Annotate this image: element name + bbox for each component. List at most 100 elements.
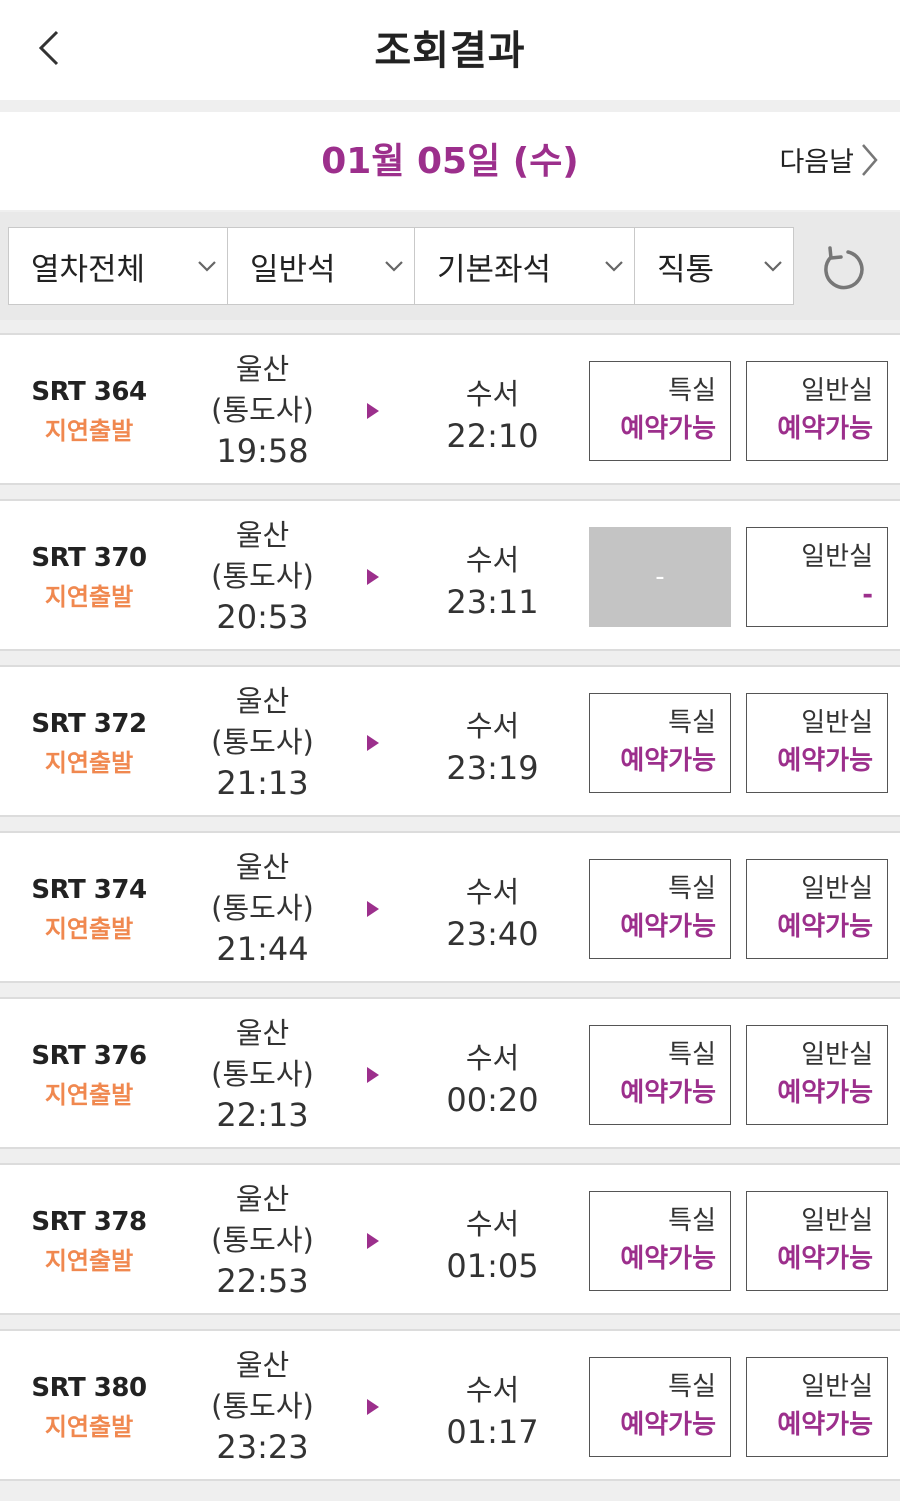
departure-time: 21:13 <box>216 764 309 802</box>
train-info: SRT 364 지연출발 <box>0 377 178 446</box>
seat-availability: 예약가능 <box>620 912 716 942</box>
departure: 울산 (통도사) 21:44 <box>190 847 335 970</box>
seat-class-label: 일반실 <box>801 1372 873 1402</box>
header: 조회결과 <box>0 0 900 100</box>
arrival-station: 수서 <box>465 1041 520 1075</box>
departure: 울산 (통도사) 21:13 <box>190 681 335 804</box>
train-status: 지연출발 <box>44 583 134 611</box>
special-seat-button[interactable]: 특실 예약가능 <box>589 1357 731 1457</box>
seat-availability: 예약가능 <box>777 1244 873 1274</box>
chevron-right-icon <box>862 143 878 176</box>
train-row: SRT 370 지연출발 울산 (통도사) 20:53 수서 23:11 - 일… <box>0 499 900 651</box>
train-row: SRT 378 지연출발 울산 (통도사) 22:53 수서 01:05 특실 … <box>0 1163 900 1315</box>
triangle-right-icon <box>366 1057 386 1093</box>
departure-station-sub: (통도사) <box>211 559 314 593</box>
train-row: SRT 380 지연출발 울산 (통도사) 23:23 수서 01:17 특실 … <box>0 1329 900 1481</box>
refresh-icon <box>824 246 864 290</box>
departure-time: 20:53 <box>216 598 309 636</box>
arrival-time: 23:11 <box>446 583 539 621</box>
train-info: SRT 370 지연출발 <box>0 543 178 612</box>
arrival: 수서 23:11 <box>420 539 565 623</box>
seat-class-label: 특실 <box>668 1372 716 1402</box>
train-row: SRT 372 지연출발 울산 (통도사) 21:13 수서 23:19 특실 … <box>0 665 900 817</box>
train-number: SRT 364 <box>31 377 147 407</box>
next-day-button[interactable]: 다음날 <box>779 140 878 179</box>
seat-availability: 예약가능 <box>620 414 716 444</box>
departure: 울산 (통도사) 19:58 <box>190 349 335 472</box>
chevron-down-icon <box>374 260 414 272</box>
special-seat-button[interactable]: 특실 예약가능 <box>589 1191 731 1291</box>
seat-availability: 예약가능 <box>620 746 716 776</box>
train-status: 지연출발 <box>44 417 134 445</box>
arrival: 수서 23:40 <box>420 871 565 955</box>
seat-class-label: 특실 <box>668 1040 716 1070</box>
seat-class-label: 일반실 <box>801 542 873 572</box>
seat-availability: 예약가능 <box>620 1244 716 1274</box>
special-seat-button[interactable]: 특실 예약가능 <box>589 1025 731 1125</box>
train-info: SRT 378 지연출발 <box>0 1207 178 1276</box>
special-seat-unavailable: - <box>655 562 665 592</box>
filter-seat-class[interactable]: 일반석 <box>227 227 415 305</box>
seat-availability: - <box>862 580 873 610</box>
train-row: SRT 376 지연출발 울산 (통도사) 22:13 수서 00:20 특실 … <box>0 997 900 1149</box>
general-seat-button[interactable]: 일반실 예약가능 <box>746 1191 888 1291</box>
arrival-time: 23:40 <box>446 915 539 953</box>
seat-class-label: 일반실 <box>801 874 873 904</box>
train-list: SRT 364 지연출발 울산 (통도사) 19:58 수서 22:10 특실 … <box>0 333 900 1495</box>
train-info: SRT 374 지연출발 <box>0 875 178 944</box>
chevron-down-icon <box>753 260 793 272</box>
refresh-button[interactable] <box>810 236 874 300</box>
departure: 울산 (통도사) 22:53 <box>190 1179 335 1302</box>
departure-station-sub: (통도사) <box>211 1389 314 1423</box>
departure-station: 울산 <box>235 850 290 884</box>
departure-station: 울산 <box>235 1016 290 1050</box>
triangle-right-icon <box>366 559 386 595</box>
triangle-right-icon <box>366 725 386 761</box>
seat-availability: 예약가능 <box>777 746 873 776</box>
arrival: 수서 22:10 <box>420 373 565 457</box>
train-number: SRT 378 <box>31 1207 147 1237</box>
departure-time: 19:58 <box>216 432 309 470</box>
departure-station: 울산 <box>235 352 290 386</box>
seat-availability: 예약가능 <box>777 1410 873 1440</box>
train-number: SRT 376 <box>31 1041 147 1071</box>
train-info: SRT 380 지연출발 <box>0 1373 178 1442</box>
departure-station: 울산 <box>235 1348 290 1382</box>
train-status: 지연출발 <box>44 1247 134 1275</box>
special-seat-button[interactable]: 특실 예약가능 <box>589 859 731 959</box>
arrival-station: 수서 <box>465 875 520 909</box>
train-row: SRT 364 지연출발 울산 (통도사) 19:58 수서 22:10 특실 … <box>0 333 900 485</box>
arrival: 수서 01:17 <box>420 1369 565 1453</box>
general-seat-button[interactable]: 일반실 예약가능 <box>746 361 888 461</box>
departure-time: 23:23 <box>216 1428 309 1466</box>
selected-date: 01월 05일 (수) <box>321 141 579 182</box>
departure-station-sub: (통도사) <box>211 725 314 759</box>
triangle-right-icon <box>366 393 386 429</box>
arrival: 수서 23:19 <box>420 705 565 789</box>
filter-seat-option[interactable]: 기본좌석 <box>414 227 635 305</box>
arrival-station: 수서 <box>465 1373 520 1407</box>
seat-class-label: 일반실 <box>801 708 873 738</box>
train-info: SRT 376 지연출발 <box>0 1041 178 1110</box>
filter-train-type[interactable]: 열차전체 <box>8 227 228 305</box>
arrival-time: 00:20 <box>446 1081 539 1119</box>
general-seat-button[interactable]: 일반실 예약가능 <box>746 1357 888 1457</box>
arrival-time: 01:17 <box>446 1413 539 1451</box>
special-seat-button[interactable]: 특실 예약가능 <box>589 693 731 793</box>
general-seat-button[interactable]: 일반실 예약가능 <box>746 859 888 959</box>
departure: 울산 (통도사) 23:23 <box>190 1345 335 1468</box>
general-seat-button[interactable]: 일반실 - <box>746 527 888 627</box>
departure-time: 21:44 <box>216 930 309 968</box>
filter-label: 직통 <box>657 251 715 288</box>
train-row: SRT 374 지연출발 울산 (통도사) 21:44 수서 23:40 특실 … <box>0 831 900 983</box>
departure: 울산 (통도사) 22:13 <box>190 1013 335 1136</box>
departure-station-sub: (통도사) <box>211 891 314 925</box>
general-seat-button[interactable]: 일반실 예약가능 <box>746 1025 888 1125</box>
seat-class-label: 일반실 <box>801 376 873 406</box>
filter-label: 열차전체 <box>31 251 146 288</box>
train-number: SRT 372 <box>31 709 147 739</box>
special-seat-button[interactable]: 특실 예약가능 <box>589 361 731 461</box>
filter-direct[interactable]: 직통 <box>634 227 794 305</box>
arrival-time: 01:05 <box>446 1247 539 1285</box>
general-seat-button[interactable]: 일반실 예약가능 <box>746 693 888 793</box>
